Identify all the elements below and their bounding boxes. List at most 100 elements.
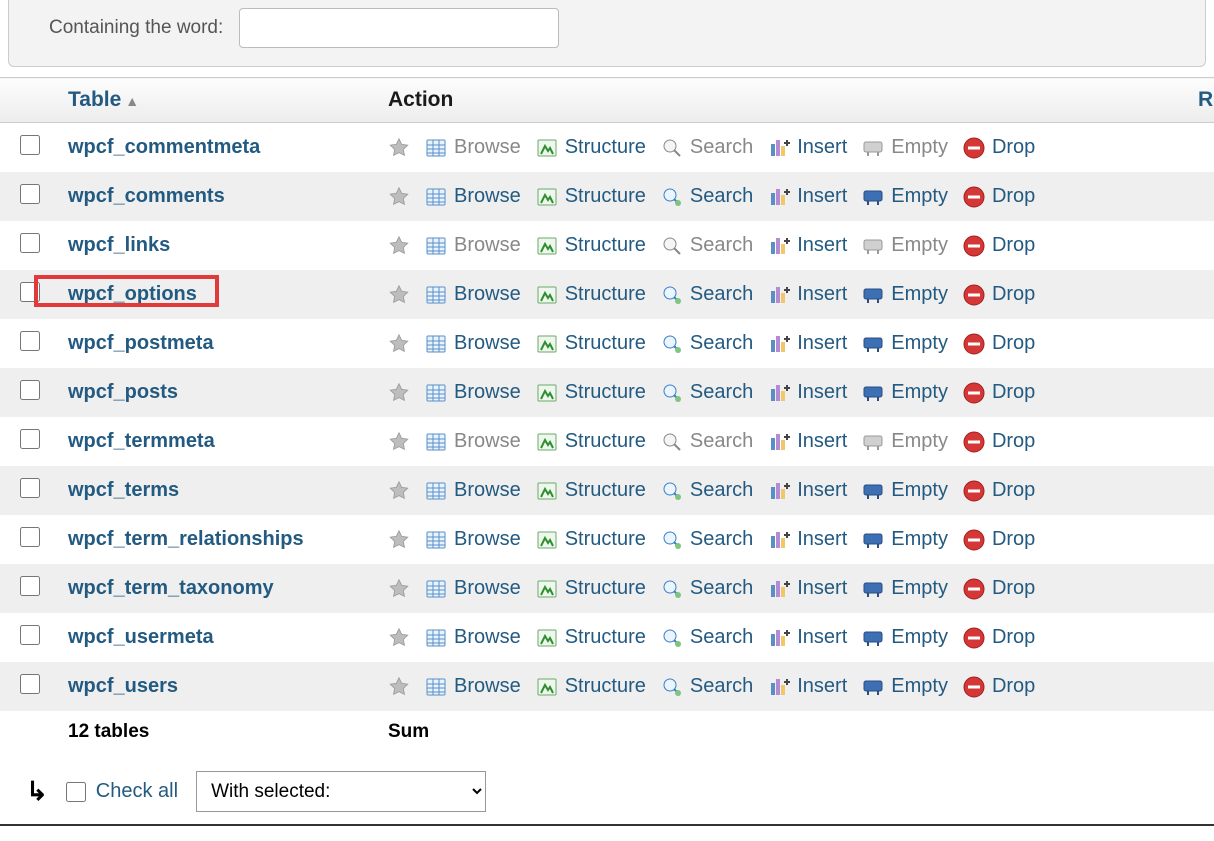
search-action[interactable]: Search: [660, 577, 753, 601]
with-selected-dropdown[interactable]: With selected:: [196, 771, 486, 812]
search-action[interactable]: Search: [660, 136, 753, 160]
insert-action[interactable]: Insert: [767, 381, 847, 405]
browse-action[interactable]: Browse: [424, 528, 521, 552]
insert-action[interactable]: Insert: [767, 430, 847, 454]
drop-action[interactable]: Drop: [962, 577, 1035, 601]
favorite-star-icon[interactable]: [388, 382, 410, 404]
insert-action[interactable]: Insert: [767, 675, 847, 699]
table-name-link[interactable]: wpcf_commentmeta: [68, 136, 260, 158]
empty-action[interactable]: Empty: [861, 479, 948, 503]
drop-action[interactable]: Drop: [962, 381, 1035, 405]
empty-action[interactable]: Empty: [861, 528, 948, 552]
browse-action[interactable]: Browse: [424, 479, 521, 503]
table-name-link[interactable]: wpcf_posts: [68, 381, 178, 403]
empty-action[interactable]: Empty: [861, 430, 948, 454]
search-action[interactable]: Search: [660, 332, 753, 356]
empty-action[interactable]: Empty: [861, 332, 948, 356]
search-action[interactable]: Search: [660, 283, 753, 307]
browse-action[interactable]: Browse: [424, 381, 521, 405]
favorite-star-icon[interactable]: [388, 186, 410, 208]
table-name-link[interactable]: wpcf_term_relationships: [68, 528, 304, 550]
check-all-link[interactable]: Check all: [96, 780, 178, 803]
drop-action[interactable]: Drop: [962, 185, 1035, 209]
structure-action[interactable]: Structure: [535, 381, 646, 405]
insert-action[interactable]: Insert: [767, 626, 847, 650]
drop-action[interactable]: Drop: [962, 283, 1035, 307]
empty-action[interactable]: Empty: [861, 626, 948, 650]
structure-action[interactable]: Structure: [535, 185, 646, 209]
structure-action[interactable]: Structure: [535, 430, 646, 454]
empty-action[interactable]: Empty: [861, 675, 948, 699]
browse-action[interactable]: Browse: [424, 283, 521, 307]
search-action[interactable]: Search: [660, 185, 753, 209]
structure-action[interactable]: Structure: [535, 332, 646, 356]
table-name-link[interactable]: wpcf_term_taxonomy: [68, 577, 274, 599]
empty-action[interactable]: Empty: [861, 283, 948, 307]
browse-action[interactable]: Browse: [424, 626, 521, 650]
row-checkbox[interactable]: [20, 380, 40, 400]
search-action[interactable]: Search: [660, 675, 753, 699]
search-action[interactable]: Search: [660, 528, 753, 552]
search-action[interactable]: Search: [660, 381, 753, 405]
empty-action[interactable]: Empty: [861, 381, 948, 405]
empty-action[interactable]: Empty: [861, 185, 948, 209]
structure-action[interactable]: Structure: [535, 283, 646, 307]
insert-action[interactable]: Insert: [767, 528, 847, 552]
row-checkbox[interactable]: [20, 576, 40, 596]
favorite-star-icon[interactable]: [388, 627, 410, 649]
row-checkbox[interactable]: [20, 282, 40, 302]
favorite-star-icon[interactable]: [388, 333, 410, 355]
insert-action[interactable]: Insert: [767, 332, 847, 356]
drop-action[interactable]: Drop: [962, 332, 1035, 356]
empty-action[interactable]: Empty: [861, 136, 948, 160]
search-action[interactable]: Search: [660, 234, 753, 258]
row-checkbox[interactable]: [20, 478, 40, 498]
table-name-link[interactable]: wpcf_termmeta: [68, 430, 215, 452]
favorite-star-icon[interactable]: [388, 676, 410, 698]
favorite-star-icon[interactable]: [388, 529, 410, 551]
structure-action[interactable]: Structure: [535, 626, 646, 650]
insert-action[interactable]: Insert: [767, 185, 847, 209]
favorite-star-icon[interactable]: [388, 480, 410, 502]
insert-action[interactable]: Insert: [767, 283, 847, 307]
drop-action[interactable]: Drop: [962, 675, 1035, 699]
structure-action[interactable]: Structure: [535, 479, 646, 503]
insert-action[interactable]: Insert: [767, 136, 847, 160]
browse-action[interactable]: Browse: [424, 332, 521, 356]
structure-action[interactable]: Structure: [535, 675, 646, 699]
table-name-link[interactable]: wpcf_usermeta: [68, 626, 214, 648]
insert-action[interactable]: Insert: [767, 234, 847, 258]
table-name-link[interactable]: wpcf_links: [68, 234, 170, 256]
browse-action[interactable]: Browse: [424, 577, 521, 601]
drop-action[interactable]: Drop: [962, 234, 1035, 258]
empty-action[interactable]: Empty: [861, 577, 948, 601]
insert-action[interactable]: Insert: [767, 577, 847, 601]
table-name-link[interactable]: wpcf_terms: [68, 479, 179, 501]
row-checkbox[interactable]: [20, 527, 40, 547]
row-checkbox[interactable]: [20, 625, 40, 645]
structure-action[interactable]: Structure: [535, 528, 646, 552]
browse-action[interactable]: Browse: [424, 234, 521, 258]
favorite-star-icon[interactable]: [388, 284, 410, 306]
drop-action[interactable]: Drop: [962, 528, 1035, 552]
structure-action[interactable]: Structure: [535, 234, 646, 258]
row-checkbox[interactable]: [20, 135, 40, 155]
favorite-star-icon[interactable]: [388, 137, 410, 159]
favorite-star-icon[interactable]: [388, 431, 410, 453]
check-all-checkbox[interactable]: [66, 782, 86, 802]
row-checkbox[interactable]: [20, 331, 40, 351]
drop-action[interactable]: Drop: [962, 626, 1035, 650]
filter-input[interactable]: [239, 8, 559, 48]
search-action[interactable]: Search: [660, 430, 753, 454]
row-checkbox[interactable]: [20, 233, 40, 253]
search-action[interactable]: Search: [660, 479, 753, 503]
browse-action[interactable]: Browse: [424, 185, 521, 209]
structure-action[interactable]: Structure: [535, 577, 646, 601]
table-name-link[interactable]: wpcf_users: [68, 675, 178, 697]
table-name-link[interactable]: wpcf_comments: [68, 185, 225, 207]
insert-action[interactable]: Insert: [767, 479, 847, 503]
browse-action[interactable]: Browse: [424, 675, 521, 699]
browse-action[interactable]: Browse: [424, 430, 521, 454]
row-checkbox[interactable]: [20, 429, 40, 449]
table-name-link[interactable]: wpcf_postmeta: [68, 332, 214, 354]
